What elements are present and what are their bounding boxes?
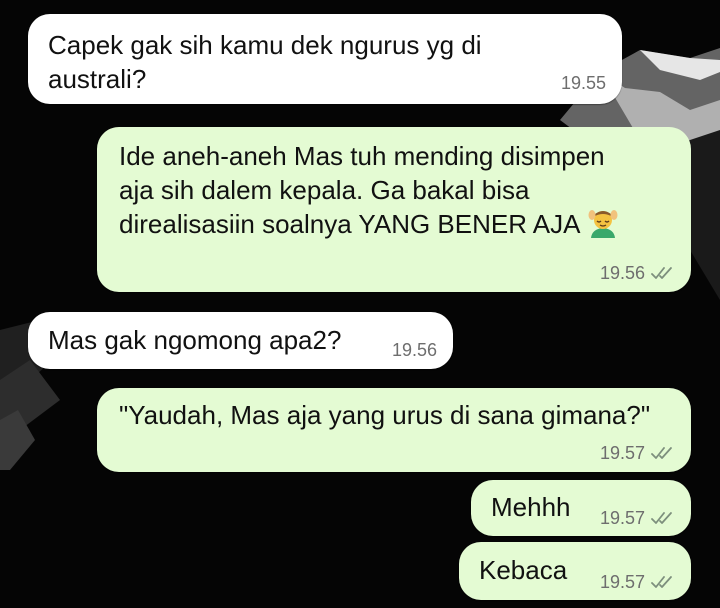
message-text: Capek gak sih kamu dek ngurus yg di aust…	[48, 28, 482, 96]
message-text: Kebaca	[479, 553, 567, 587]
double-check-icon	[651, 447, 672, 459]
double-check-icon	[651, 267, 672, 279]
message-bubble-incoming[interactable]: Mas gak ngomong apa2? 19.56	[28, 312, 453, 369]
message-line: Mas gak ngomong apa2?	[48, 325, 342, 355]
message-meta: 19.56	[600, 262, 677, 284]
message-line: Mehhh	[491, 492, 571, 522]
message-timestamp: 19.56	[391, 340, 437, 360]
message-line: Capek gak sih kamu dek ngurus yg di	[48, 30, 482, 60]
message-line: direalisasiin soalnya YANG BENER AJA	[119, 209, 581, 239]
message-line: australi?	[48, 64, 147, 94]
message-timestamp: 19.57	[599, 508, 645, 528]
message-meta: 19.57	[600, 571, 677, 593]
message-bubble-outgoing[interactable]: "Yaudah, Mas aja yang urus di sana giman…	[97, 388, 691, 472]
double-check-icon	[651, 512, 672, 524]
message-timestamp: 19.57	[599, 443, 645, 463]
message-meta: 19.57	[600, 442, 677, 464]
message-text: "Yaudah, Mas aja yang urus di sana giman…	[119, 398, 650, 432]
message-line: "Yaudah, Mas aja yang urus di sana giman…	[119, 400, 651, 430]
message-timestamp: 19.56	[599, 263, 645, 283]
message-meta: 19.56	[392, 339, 437, 361]
message-timestamp: 19.55	[560, 73, 606, 93]
message-line: Kebaca	[479, 555, 568, 585]
message-meta: 19.57	[600, 507, 677, 529]
message-bubble-outgoing[interactable]: Ide aneh-aneh Mas tuh mending disimpen a…	[97, 127, 691, 292]
message-bubble-outgoing[interactable]: Mehhh 19.57	[471, 480, 691, 536]
double-check-icon	[651, 576, 672, 588]
message-text: Mehhh	[491, 490, 571, 524]
message-meta: 19.55	[561, 72, 606, 94]
message-text: Mas gak ngomong apa2?	[48, 323, 341, 357]
message-bubble-incoming[interactable]: Capek gak sih kamu dek ngurus yg di aust…	[28, 14, 622, 104]
message-text: Ide aneh-aneh Mas tuh mending disimpen a…	[119, 139, 618, 241]
message-timestamp: 19.57	[599, 572, 645, 592]
message-line: aja sih dalem kepala. Ga bakal bisa	[119, 175, 530, 205]
message-bubble-outgoing[interactable]: Kebaca 19.57	[459, 542, 691, 600]
face-massage-emoji	[588, 210, 618, 238]
message-line: Ide aneh-aneh Mas tuh mending disimpen	[119, 141, 605, 171]
